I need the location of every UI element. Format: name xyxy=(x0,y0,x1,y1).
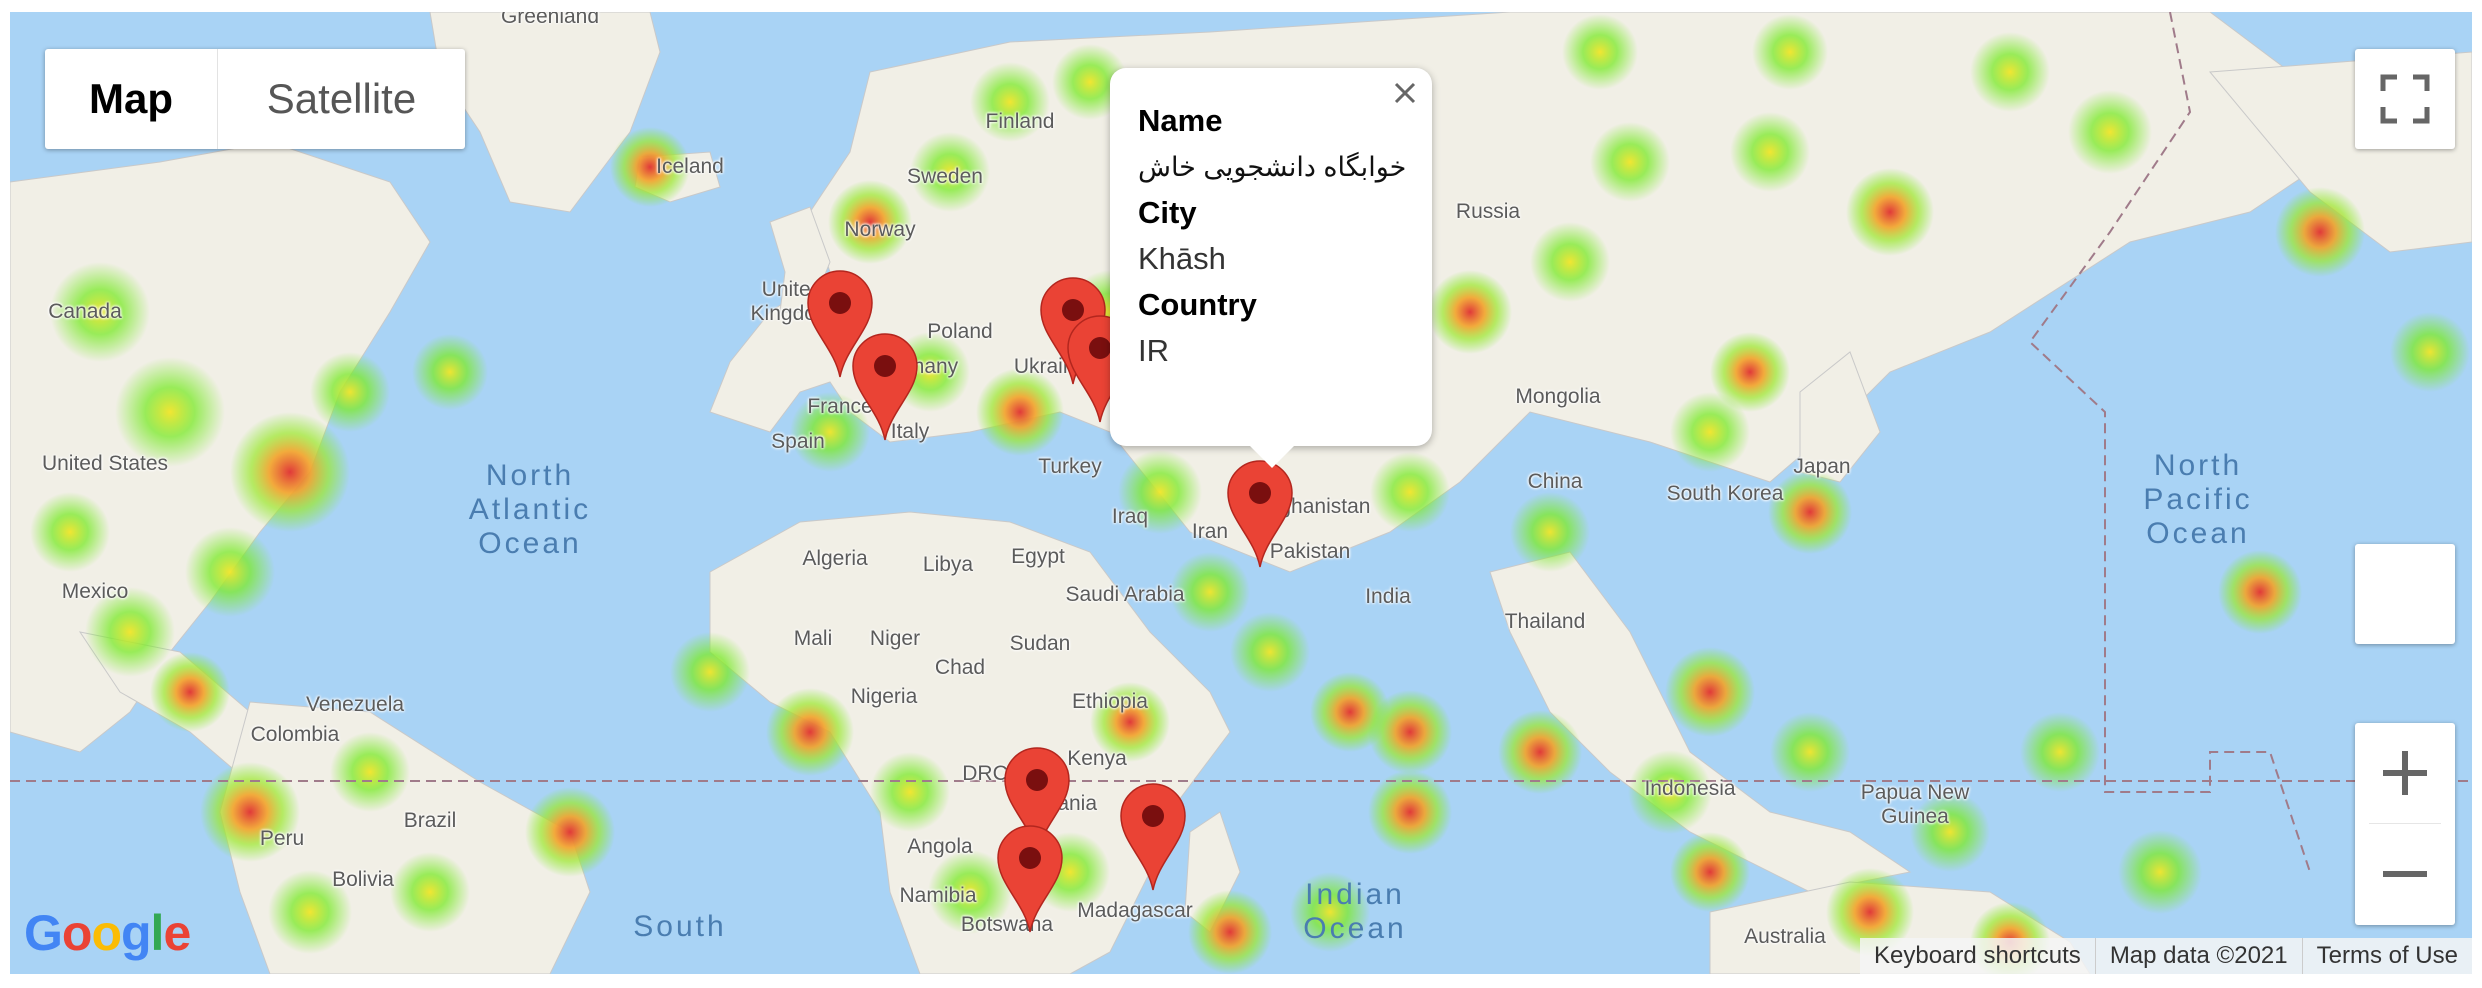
map-marker[interactable] xyxy=(852,333,918,441)
zoom-in-button[interactable] xyxy=(2355,723,2455,823)
street-view-pegman-button[interactable] xyxy=(2355,544,2455,644)
country-label: Country xyxy=(1138,287,1257,322)
plus-icon xyxy=(2383,751,2427,795)
name-value: خوابگاه دانشجویی خاش xyxy=(1138,152,1407,182)
map-canvas[interactable]: Greenland Iceland Finland Sweden Norway Russi… xyxy=(10,12,2472,974)
info-window: Name خوابگاه دانشجویی خاش City Khāsh Cou… xyxy=(1110,68,1432,468)
zoom-out-button[interactable] xyxy=(2355,824,2455,924)
keyboard-shortcuts-link[interactable]: Keyboard shortcuts xyxy=(1860,938,2095,974)
city-label: City xyxy=(1138,195,1197,230)
name-label: Name xyxy=(1138,103,1223,138)
map-type-control: Map Satellite xyxy=(45,49,465,149)
zoom-control xyxy=(2355,723,2455,925)
fullscreen-button[interactable] xyxy=(2355,49,2455,149)
map-data-text: Map data ©2021 xyxy=(2094,938,2302,974)
terms-of-use-link[interactable]: Terms of Use xyxy=(2301,938,2472,974)
city-value: Khāsh xyxy=(1138,241,1226,276)
map-marker[interactable] xyxy=(1227,460,1293,568)
info-window-tail xyxy=(1248,444,1296,468)
map-type-satellite-button[interactable]: Satellite xyxy=(218,49,465,149)
map-marker[interactable] xyxy=(997,825,1063,933)
fullscreen-icon xyxy=(2380,74,2430,124)
map-marker[interactable] xyxy=(1120,783,1186,891)
map-type-map-button[interactable]: Map xyxy=(45,49,218,149)
info-window-content: Name خوابگاه دانشجویی خاش City Khāsh Cou… xyxy=(1138,98,1406,374)
country-value: IR xyxy=(1138,333,1169,368)
google-logo[interactable]: Google xyxy=(24,904,191,962)
map-attribution: Keyboard shortcuts Map data ©2021 Terms … xyxy=(1860,938,2472,974)
minus-icon xyxy=(2383,871,2427,877)
